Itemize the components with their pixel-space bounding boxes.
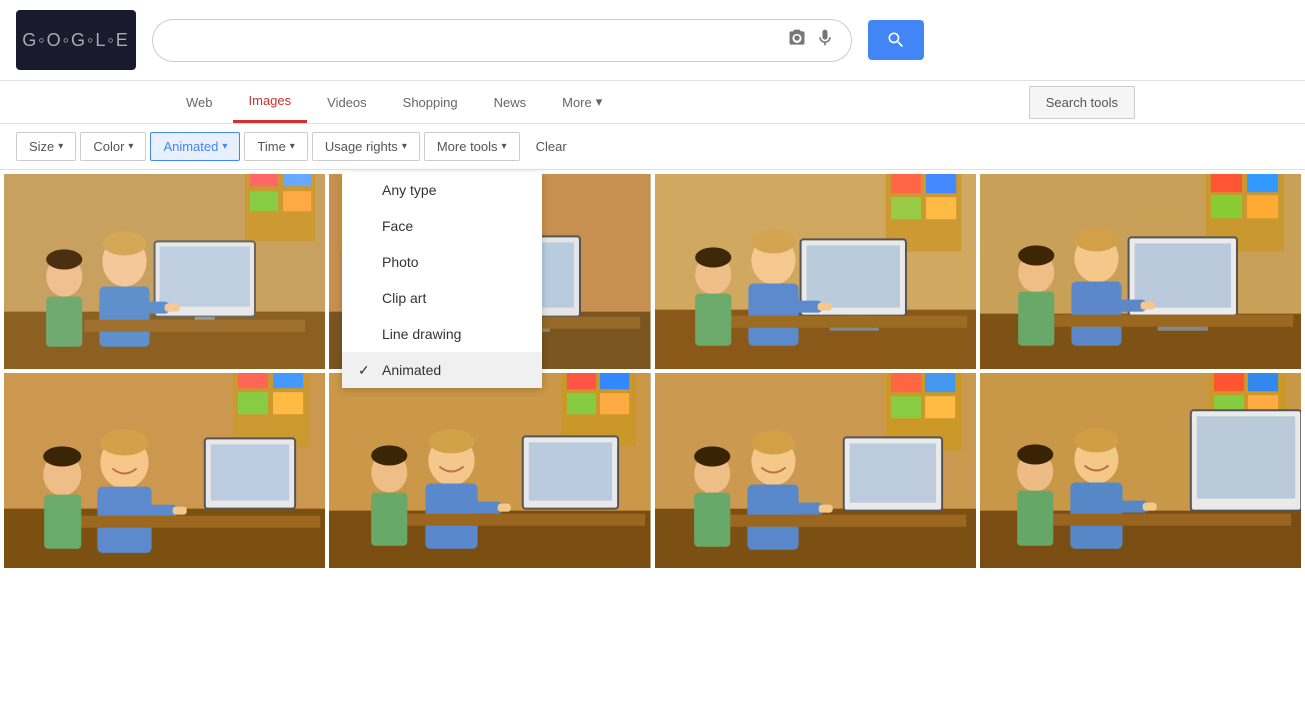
mic-icon[interactable] [815,28,835,53]
search-input[interactable]: brent rambo [169,31,779,49]
nav-tabs: Web Images Videos Shopping News More ▾ S… [0,81,1305,124]
clear-button[interactable]: Clear [524,133,579,160]
dropdown-item-clip-art[interactable]: Clip art [342,280,542,316]
image-tile[interactable] [655,174,976,369]
color-chevron-icon: ▾ [128,141,133,152]
animated-filter[interactable]: Animated ▾ [150,132,240,161]
color-filter[interactable]: Color ▾ [80,132,146,161]
tab-videos[interactable]: Videos [311,83,383,122]
dropdown-item-photo[interactable]: Photo [342,244,542,280]
more-tools-chevron-icon: ▾ [502,141,507,152]
time-filter[interactable]: Time ▾ [244,132,307,161]
header: G◦O◦G◦L◦E brent rambo [0,0,1305,81]
tab-shopping[interactable]: Shopping [387,83,474,122]
search-bar: brent rambo [152,19,852,62]
google-logo: G◦O◦G◦L◦E [16,10,136,70]
dropdown-item-any-type[interactable]: Any type [342,172,542,208]
filter-bar: Size ▾ Color ▾ Animated ▾ Time ▾ Usage r… [0,124,1305,170]
search-tools-button[interactable]: Search tools [1029,86,1135,119]
time-chevron-icon: ▾ [290,141,295,152]
tab-web[interactable]: Web [170,83,229,122]
usage-rights-filter[interactable]: Usage rights ▾ [312,132,420,161]
animated-chevron-icon: ▾ [222,141,227,152]
more-tools-filter[interactable]: More tools ▾ [424,132,520,161]
image-tile[interactable] [329,373,650,568]
dropdown-item-line-drawing[interactable]: Line drawing [342,316,542,352]
size-chevron-icon: ▾ [58,141,63,152]
usage-rights-chevron-icon: ▾ [402,141,407,152]
tab-images[interactable]: Images [233,81,308,123]
image-tile[interactable] [980,174,1301,369]
image-tile[interactable] [4,174,325,369]
search-button[interactable] [868,20,924,60]
more-chevron-icon: ▾ [596,94,603,110]
image-tile[interactable] [980,373,1301,568]
image-grid [0,170,1305,572]
dropdown-item-face[interactable]: Face [342,208,542,244]
tab-more[interactable]: More ▾ [546,82,618,122]
dropdown-item-animated[interactable]: ✓ Animated [342,352,542,388]
animated-dropdown: Any type Face Photo Clip art Line drawin… [342,172,542,388]
camera-icon[interactable] [787,28,807,53]
check-icon: ✓ [358,362,370,379]
tab-news[interactable]: News [478,83,543,122]
image-tile[interactable] [4,373,325,568]
image-tile[interactable] [655,373,976,568]
size-filter[interactable]: Size ▾ [16,132,76,161]
